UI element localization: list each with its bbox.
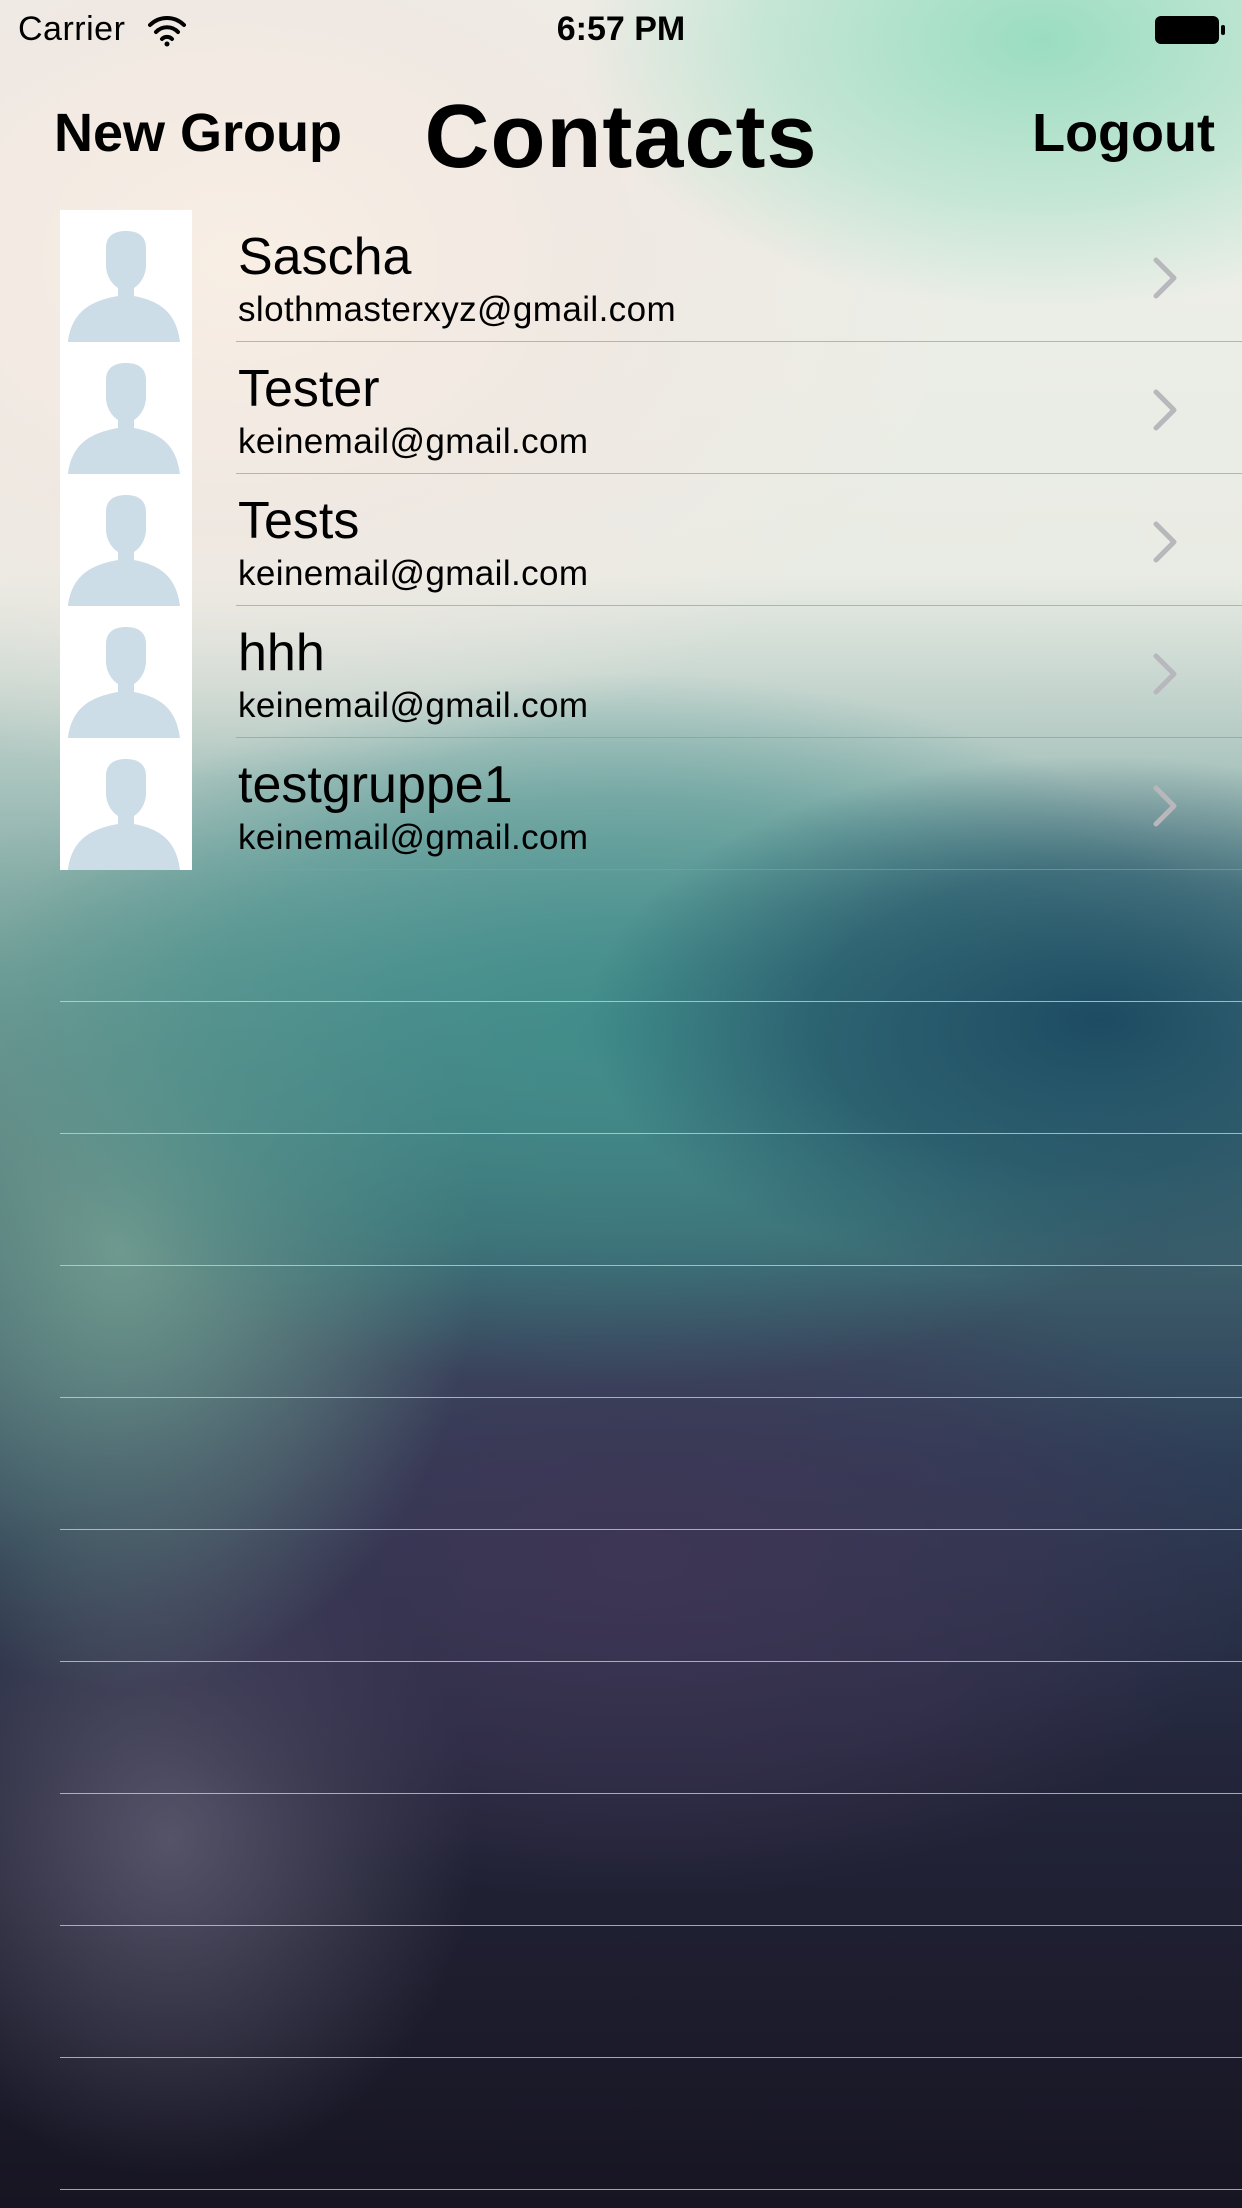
contact-row-hhh[interactable]: hhh keinemail@gmail.com	[0, 606, 1242, 738]
empty-row	[0, 1662, 1242, 1794]
avatar-placeholder-icon	[60, 738, 192, 870]
empty-row	[0, 1398, 1242, 1530]
contact-name: Tester	[238, 360, 380, 418]
chevron-right-icon	[1152, 652, 1180, 696]
empty-row	[0, 1002, 1242, 1134]
navigation-bar: New Group Contacts Logout	[0, 60, 1242, 210]
contact-name: Tests	[238, 492, 360, 550]
status-bar: Carrier 6:57 PM	[0, 0, 1242, 60]
contact-row-testgruppe1[interactable]: testgruppe1 keinemail@gmail.com	[0, 738, 1242, 870]
empty-row	[0, 1926, 1242, 2058]
contact-name: Sascha	[238, 228, 412, 286]
chevron-right-icon	[1152, 388, 1180, 432]
empty-row	[0, 1266, 1242, 1398]
contact-email: keinemail@gmail.com	[238, 554, 589, 593]
empty-row	[0, 870, 1242, 1002]
avatar-placeholder-icon	[60, 474, 192, 606]
avatar-placeholder-icon	[60, 342, 192, 474]
chevron-right-icon	[1152, 256, 1180, 300]
status-time: 6:57 PM	[556, 10, 686, 48]
empty-row	[0, 1794, 1242, 1926]
battery-icon	[1154, 14, 1226, 46]
avatar-placeholder-icon	[60, 606, 192, 738]
contact-list: Sascha slothmasterxyz@gmail.com Tester k…	[0, 210, 1242, 870]
contact-email: keinemail@gmail.com	[238, 686, 589, 725]
empty-row	[0, 1134, 1242, 1266]
contact-email: slothmasterxyz@gmail.com	[238, 290, 677, 329]
contact-email: keinemail@gmail.com	[238, 818, 589, 857]
logout-button[interactable]: Logout	[1032, 102, 1215, 164]
contact-row-tests[interactable]: Tests keinemail@gmail.com	[0, 474, 1242, 606]
empty-table-rows	[0, 870, 1242, 2190]
contact-row-tester[interactable]: Tester keinemail@gmail.com	[0, 342, 1242, 474]
contact-row-sascha[interactable]: Sascha slothmasterxyz@gmail.com	[0, 210, 1242, 342]
empty-row	[0, 2058, 1242, 2190]
chevron-right-icon	[1152, 784, 1180, 828]
chevron-right-icon	[1152, 520, 1180, 564]
contact-name: testgruppe1	[238, 756, 513, 814]
contact-name: hhh	[238, 624, 325, 682]
contact-email: keinemail@gmail.com	[238, 422, 589, 461]
avatar-placeholder-icon	[60, 210, 192, 342]
empty-row	[0, 1530, 1242, 1662]
